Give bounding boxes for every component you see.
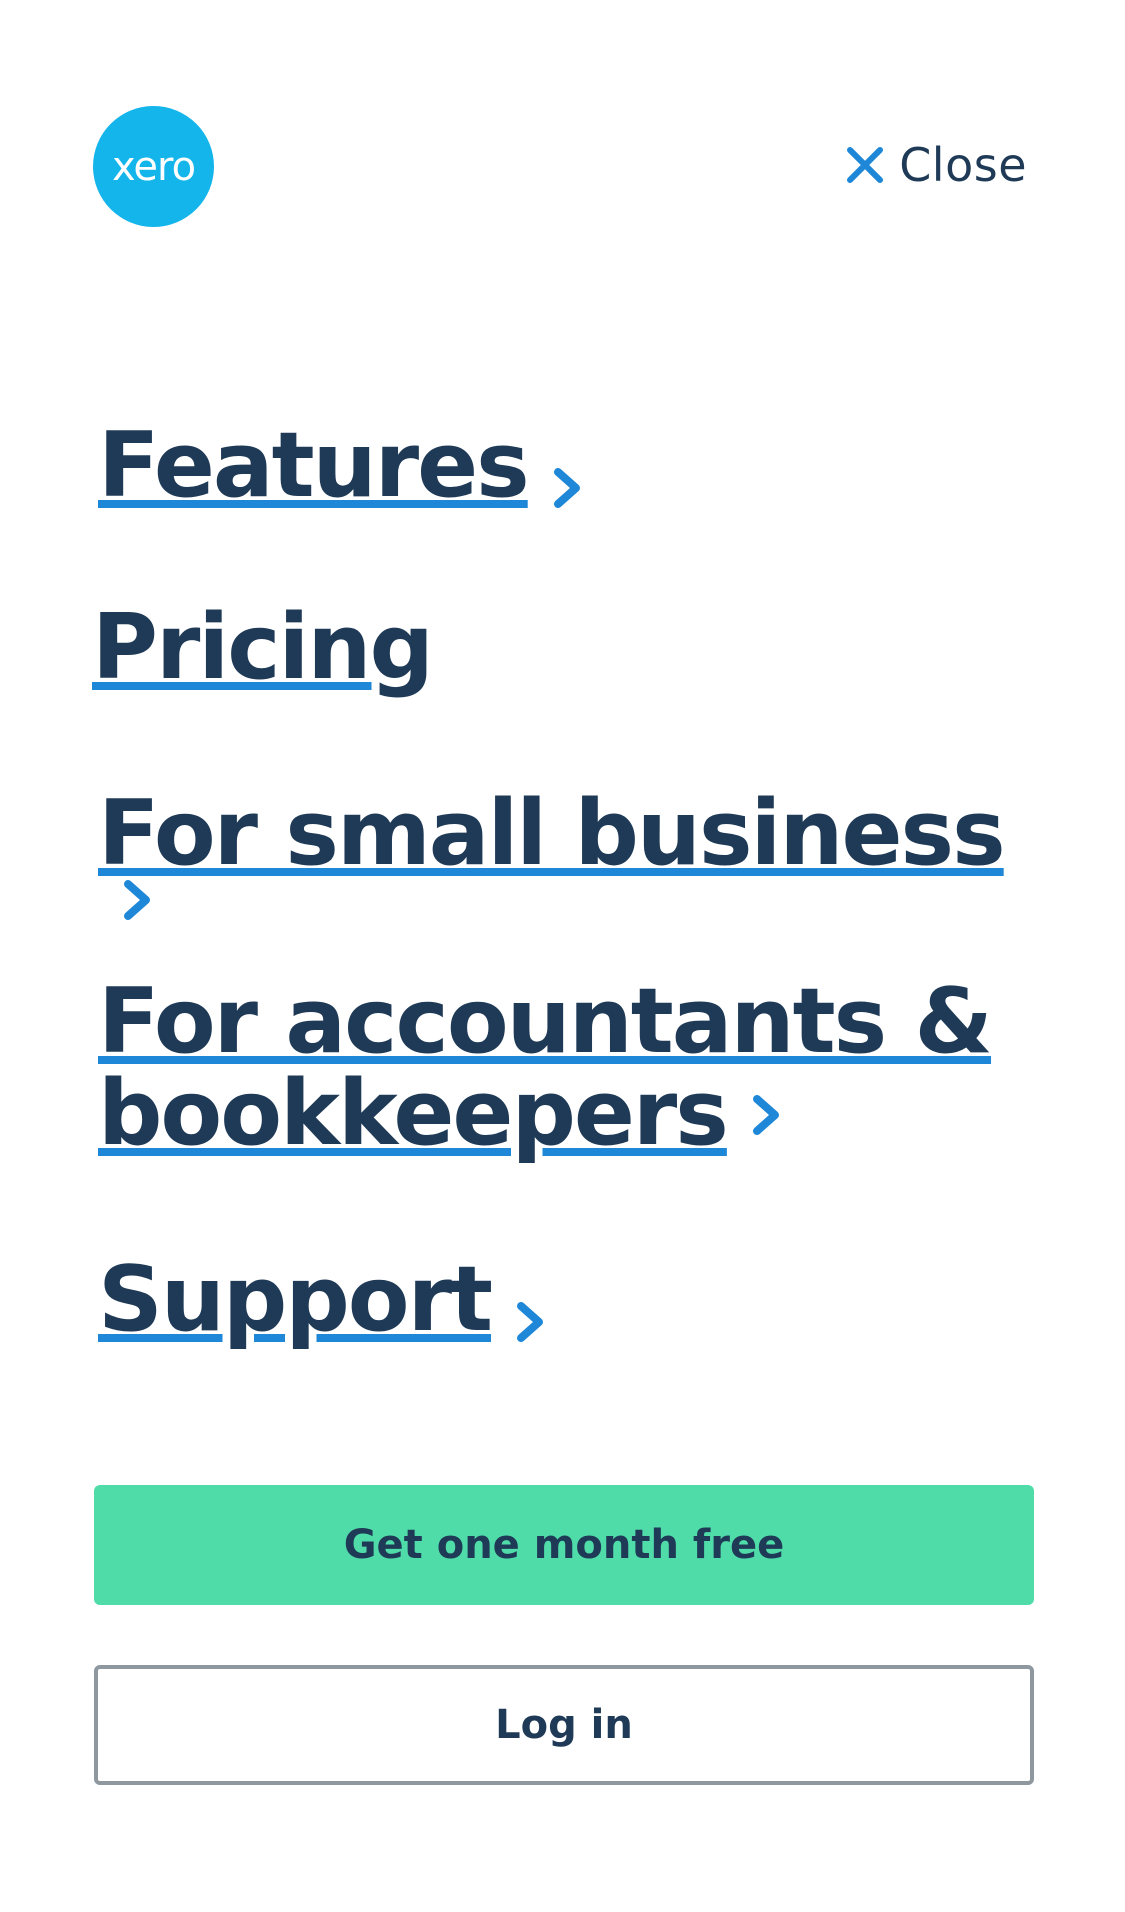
chevron-right-icon [550,464,584,512]
close-icon [845,145,885,185]
chevron-right-icon [120,876,154,924]
nav-item-small-business[interactable]: For small business [98,788,1038,928]
nav-label-accountants-line2: bookkeepers [98,1061,729,1166]
nav-item-features[interactable]: Features [98,420,584,516]
nav-label-accountants-line1: For accountants & [98,969,993,1074]
get-one-month-free-button[interactable]: Get one month free [94,1485,1034,1605]
log-in-button[interactable]: Log in [94,1665,1034,1785]
chevron-right-icon [749,1091,783,1139]
close-button[interactable]: Close [845,138,1027,192]
nav-label-pricing: Pricing [92,595,434,700]
nav-label-small-business: For small business [98,781,1006,886]
nav-item-pricing[interactable]: Pricing [92,602,434,694]
nav-label-features: Features [98,413,530,518]
nav-item-support[interactable]: Support [98,1254,547,1350]
xero-logo[interactable]: xero [93,106,214,227]
chevron-right-icon [513,1298,547,1346]
logo-text: xero [111,143,196,190]
close-label: Close [899,138,1027,192]
nav-label-support: Support [98,1247,493,1352]
nav-item-accountants[interactable]: For accountants & bookkeepers [98,976,993,1160]
